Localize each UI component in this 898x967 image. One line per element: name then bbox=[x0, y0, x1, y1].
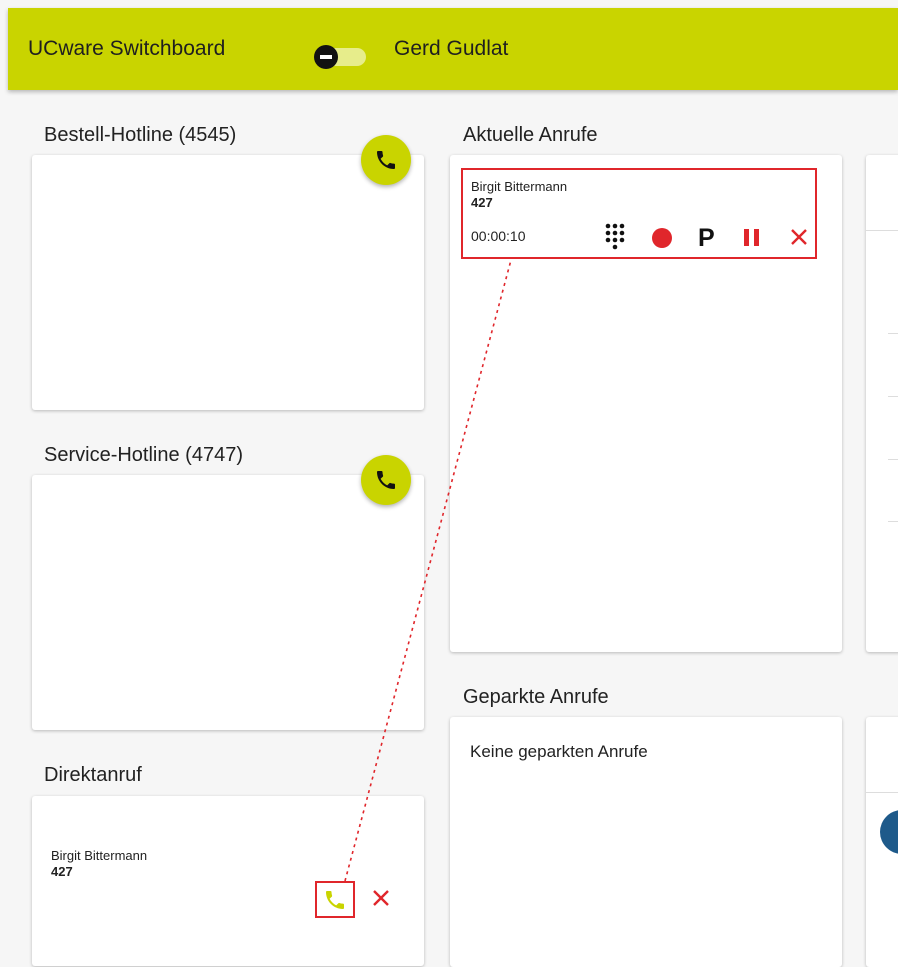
dialpad-button[interactable] bbox=[604, 222, 626, 257]
app-header: UCware Switchboard Gerd Gudlat bbox=[8, 8, 898, 90]
queue-call-button-service[interactable] bbox=[361, 455, 411, 505]
call-duration: 00:00:10 bbox=[471, 228, 526, 244]
record-button[interactable] bbox=[652, 228, 672, 248]
queue-call-button-bestell[interactable] bbox=[361, 135, 411, 185]
queue-card-service bbox=[32, 475, 424, 730]
close-icon bbox=[791, 229, 807, 245]
close-icon bbox=[373, 890, 389, 906]
divider bbox=[888, 333, 898, 334]
availability-toggle[interactable] bbox=[314, 45, 368, 69]
queue-title-bestell: Bestell-Hotline (4545) bbox=[44, 124, 237, 146]
phone-icon bbox=[326, 890, 344, 909]
user-name: Gerd Gudlat bbox=[394, 37, 509, 60]
toggle-knob-icon bbox=[314, 45, 338, 69]
dialpad-icon bbox=[605, 223, 625, 250]
hangup-button[interactable] bbox=[788, 226, 810, 253]
direct-caller-number: 427 bbox=[51, 864, 73, 879]
reject-call-button[interactable] bbox=[370, 887, 392, 913]
queue-card-bestell bbox=[32, 155, 424, 410]
active-caller-number: 427 bbox=[471, 195, 493, 210]
phone-icon bbox=[377, 151, 395, 169]
divider bbox=[888, 459, 898, 460]
direct-caller-name: Birgit Bittermann bbox=[51, 848, 148, 863]
active-caller-name: Birgit Bittermann bbox=[471, 179, 568, 194]
divider bbox=[866, 230, 898, 231]
accept-call-button[interactable] bbox=[315, 881, 355, 918]
parked-calls-title: Geparkte Anrufe bbox=[463, 686, 609, 708]
current-calls-title: Aktuelle Anrufe bbox=[463, 124, 598, 146]
divider bbox=[866, 792, 898, 793]
pause-icon-bar bbox=[754, 229, 759, 246]
divider bbox=[888, 521, 898, 522]
hold-button[interactable] bbox=[744, 229, 759, 246]
direct-call-card: Birgit Bittermann 427 bbox=[32, 796, 424, 966]
pause-icon-bar bbox=[744, 229, 749, 246]
app-title: UCware Switchboard bbox=[28, 37, 226, 60]
parked-empty-message: Keine geparkten Anrufe bbox=[470, 742, 648, 761]
active-call-item[interactable]: Birgit Bittermann 427 00:00:10 P bbox=[461, 168, 817, 259]
divider bbox=[888, 396, 898, 397]
park-button[interactable]: P bbox=[698, 226, 715, 251]
queue-title-service: Service-Hotline (4747) bbox=[44, 444, 243, 466]
direct-call-title: Direktanruf bbox=[44, 764, 142, 786]
phone-icon bbox=[377, 471, 395, 489]
